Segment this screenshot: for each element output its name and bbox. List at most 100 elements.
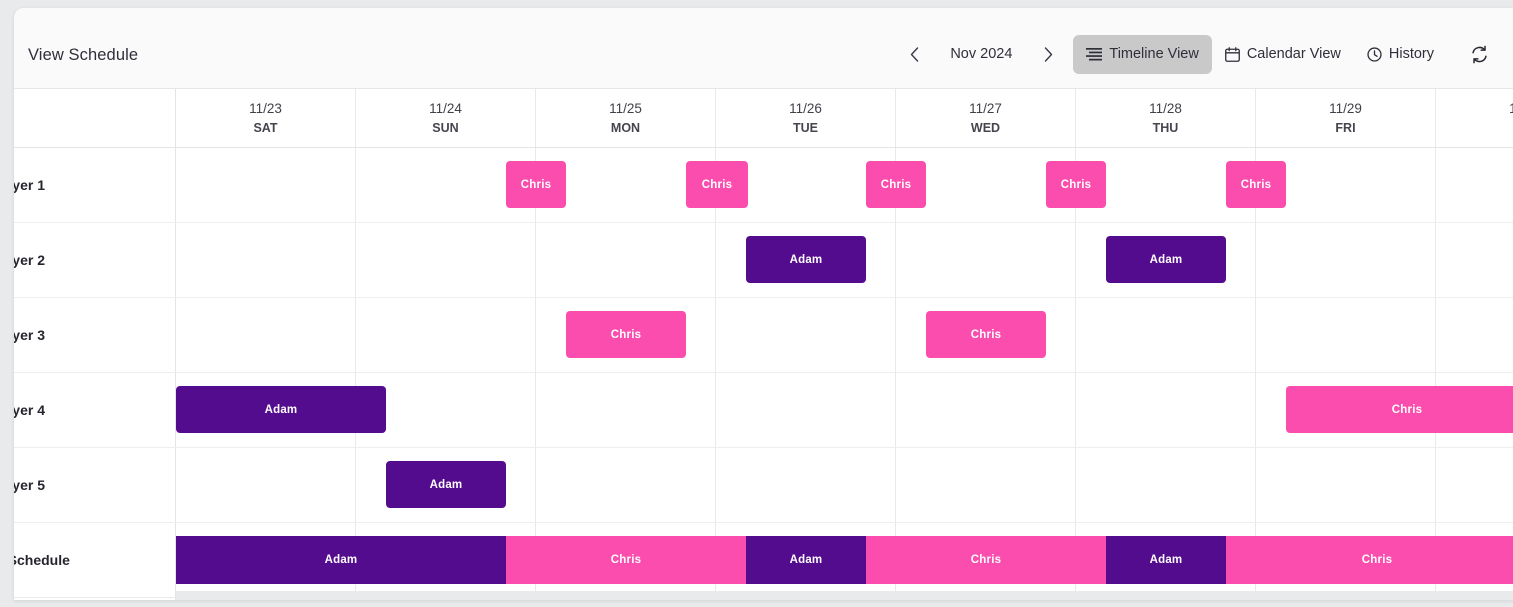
timeline-cell[interactable] — [176, 148, 356, 222]
day-header-cell: 11/27 WED — [896, 89, 1076, 147]
timeline-row: Layer 2 Adam Adam — [14, 223, 1513, 298]
timeline-cell[interactable] — [356, 223, 536, 297]
shift-block[interactable]: Chris — [686, 161, 748, 208]
row-label: Layer 3 — [14, 327, 46, 343]
horizontal-scrollbar[interactable] — [14, 591, 1513, 600]
day-date: 11/27 — [969, 100, 1002, 116]
shift-person-label: Chris — [1240, 178, 1272, 191]
row-label-cell: Layer 3 — [14, 298, 176, 372]
timeline-cell[interactable] — [1436, 148, 1513, 222]
timeline-grid: 11/23 SAT 11/24 SUN 11/25 MON 11/26 TUE 11/27 WED… — [14, 89, 1513, 600]
shift-block[interactable]: Chris — [1046, 161, 1106, 208]
toolbar: Nov 2024 Timeline View Calendar View His… — [897, 34, 1499, 74]
shift-person-label: Adam — [429, 478, 463, 491]
day-weekday: TUE — [793, 120, 818, 135]
timeline-cell[interactable] — [896, 223, 1076, 297]
refresh-icon — [1471, 45, 1487, 63]
shift-person-label: Adam — [1149, 554, 1183, 566]
timeline-cell[interactable] — [716, 373, 896, 447]
shift-person-label: Chris — [970, 554, 1002, 566]
timeline-cell[interactable] — [1256, 223, 1436, 297]
timeline-cell[interactable] — [716, 448, 896, 522]
timeline-cell[interactable] — [536, 373, 716, 447]
shift-block[interactable]: Adam — [1106, 536, 1226, 584]
timeline-row: Layer 3 Chris Chris — [14, 298, 1513, 373]
shift-person-label: Adam — [1149, 253, 1183, 266]
timeline-cell[interactable] — [536, 448, 716, 522]
row-label-cell: Layer 5 — [14, 448, 176, 522]
shift-block[interactable]: Chris — [566, 311, 686, 358]
day-header-cell: 11/25 MON — [536, 89, 716, 147]
shift-person-label: Chris — [520, 178, 552, 191]
day-header-cell: 11/23 SAT — [176, 89, 356, 147]
shift-block[interactable]: Adam — [1106, 236, 1226, 283]
refresh-button[interactable] — [1459, 34, 1499, 74]
shift-block[interactable]: Chris — [866, 536, 1106, 584]
timeline-cell[interactable] — [1076, 373, 1256, 447]
day-weekday: MON — [610, 120, 641, 135]
shift-block[interactable]: Chris — [1226, 161, 1286, 208]
shift-block[interactable]: Chris — [1226, 536, 1513, 584]
day-date: 11/25 — [609, 100, 642, 116]
shift-block[interactable]: Adam — [746, 236, 866, 283]
shift-person-label: Adam — [324, 554, 358, 566]
day-header-cell: 11/24 SUN — [356, 89, 536, 147]
shift-person-label: Adam — [789, 253, 823, 266]
timeline-cell[interactable] — [356, 298, 536, 372]
timeline-cell[interactable] — [536, 223, 716, 297]
next-month-button[interactable] — [1031, 37, 1065, 71]
shift-block[interactable]: Chris — [1286, 386, 1513, 433]
tab-calendar-view-label: Calendar View — [1246, 46, 1341, 62]
prev-month-button[interactable] — [897, 37, 931, 71]
clock-icon — [1367, 46, 1382, 62]
timeline-cell[interactable] — [1436, 448, 1513, 522]
shift-person-label: Adam — [264, 403, 298, 416]
row-label-cell: Layer 2 — [14, 223, 176, 297]
shift-block[interactable]: Chris — [866, 161, 926, 208]
timeline-cell[interactable] — [1076, 448, 1256, 522]
timeline-cell[interactable] — [1256, 298, 1436, 372]
shift-block[interactable]: Adam — [176, 536, 506, 584]
shift-person-label: Chris — [1391, 403, 1423, 416]
shift-block[interactable]: Chris — [506, 536, 746, 584]
shift-block[interactable]: Chris — [926, 311, 1046, 358]
day-date: 11/24 — [429, 100, 462, 116]
timeline-scroll-area[interactable]: 11/23 SAT 11/24 SUN 11/25 MON 11/26 TUE 11/27 WED… — [14, 89, 1513, 600]
timeline-cell[interactable] — [1436, 223, 1513, 297]
day-date: 11/26 — [789, 100, 822, 116]
shift-person-label: Chris — [610, 554, 642, 566]
day-header-cell: 11/30SAT — [1436, 89, 1513, 147]
day-header-cell: 11/29 FRI — [1256, 89, 1436, 147]
shift-block[interactable]: Chris — [506, 161, 566, 208]
calendar-icon — [1224, 46, 1240, 62]
timeline-cell[interactable] — [1436, 298, 1513, 372]
shift-person-label: Chris — [1361, 554, 1393, 566]
shift-block[interactable]: Adam — [386, 461, 506, 508]
timeline-cell[interactable] — [176, 448, 356, 522]
day-weekday: WED — [970, 120, 1001, 135]
timeline-row: Layer 5 Adam — [14, 448, 1513, 523]
timeline-cell[interactable] — [896, 448, 1076, 522]
timeline-cell[interactable] — [716, 298, 896, 372]
timeline-header-row: 11/23 SAT 11/24 SUN 11/25 MON 11/26 TUE 11/27 WED… — [14, 89, 1513, 148]
row-label-cell: Layer 4 — [14, 373, 176, 447]
shift-block[interactable]: Adam — [746, 536, 866, 584]
day-date: 11/23 — [249, 100, 282, 116]
tab-timeline-view[interactable]: Timeline View — [1073, 34, 1212, 74]
timeline-cell[interactable] — [896, 373, 1076, 447]
timeline-row: Layer 1 Chris Chris Chris Chris Chris — [14, 148, 1513, 223]
day-weekday: SAT — [253, 120, 278, 135]
row-label: Layer 5 — [14, 477, 46, 493]
row-label: Layer 4 — [14, 402, 46, 418]
timeline-cell[interactable] — [176, 298, 356, 372]
timeline-cell[interactable] — [176, 223, 356, 297]
day-date: 11/28 — [1149, 100, 1182, 116]
schedule-card: View Schedule Nov 2024 Timeline View Cal… — [14, 8, 1513, 600]
tab-calendar-view[interactable]: Calendar View — [1212, 35, 1354, 74]
shift-block[interactable]: Adam — [176, 386, 386, 433]
timeline-cell[interactable] — [1076, 298, 1256, 372]
row-label: Layer 2 — [14, 252, 46, 268]
timeline-row: Final Schedule Adam Chris Adam Chris Adam Chri… — [14, 523, 1513, 598]
tab-history[interactable]: History — [1354, 35, 1447, 74]
timeline-cell[interactable] — [1256, 448, 1436, 522]
